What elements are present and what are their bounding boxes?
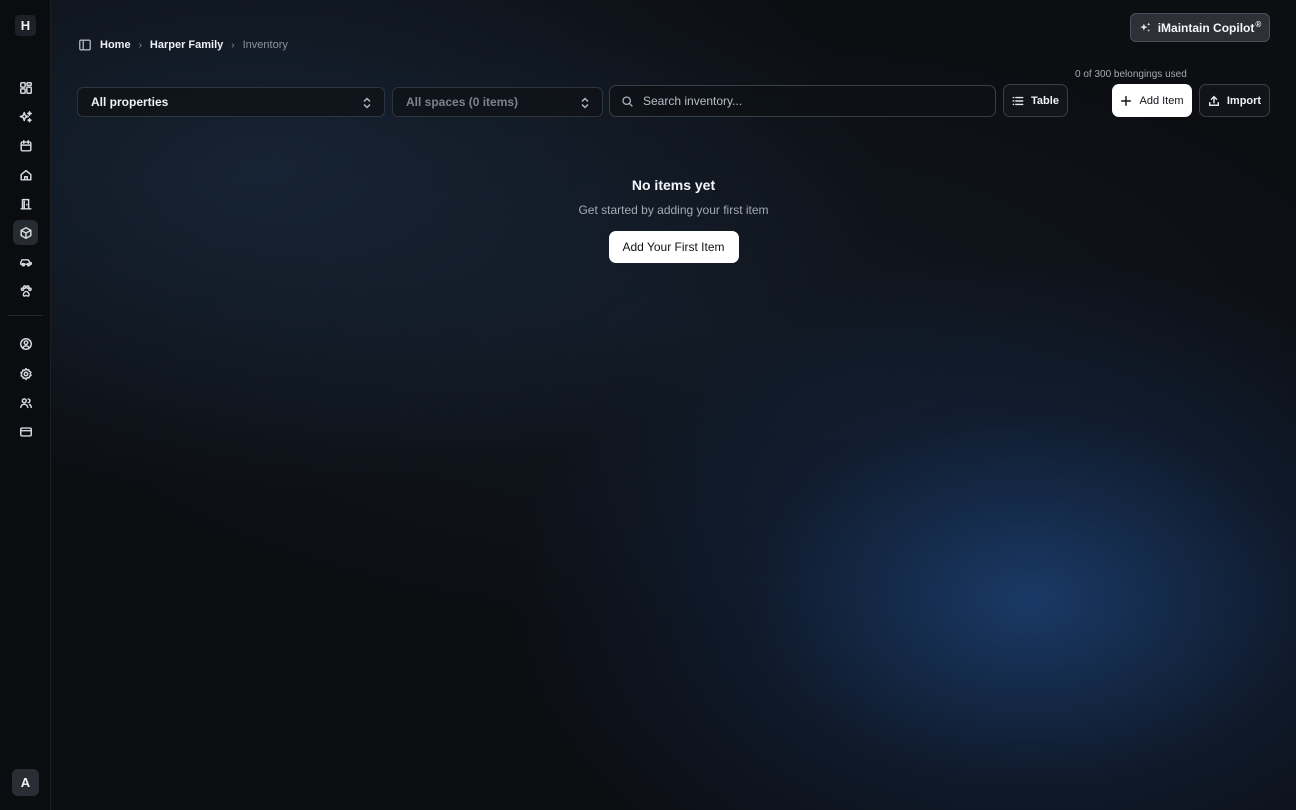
search-field[interactable] (609, 85, 996, 117)
plus-icon (1121, 95, 1132, 106)
breadcrumb: Home › Harper Family › Inventory (78, 37, 288, 53)
properties-select-value: All properties (91, 95, 169, 109)
chevron-updown-icon (580, 97, 590, 109)
import-label: Import (1226, 94, 1262, 107)
breadcrumb-inventory: Inventory (242, 39, 288, 51)
copilot-button[interactable]: iMaintain Copilot® (1130, 13, 1270, 42)
chevron-right-icon: › (138, 39, 142, 51)
sparkles-icon (1139, 22, 1151, 32)
main-content: Home › Harper Family › Inventory iMainta… (51, 0, 1296, 810)
user-avatar[interactable]: A (12, 769, 39, 796)
paw-icon[interactable] (13, 278, 38, 303)
registered-mark: ® (1255, 20, 1262, 29)
list-icon (1012, 96, 1024, 105)
empty-state-subtitle: Get started by adding your first item (578, 203, 769, 217)
box-icon[interactable] (13, 220, 38, 245)
user-circle-icon[interactable] (13, 331, 38, 356)
calendar-icon[interactable] (13, 133, 38, 158)
home-icon[interactable] (13, 162, 38, 187)
workspace-logo[interactable]: H (15, 15, 36, 36)
sidebar: H A (0, 0, 51, 810)
spaces-select-value: All spaces (0 items) (406, 95, 519, 109)
copilot-label: iMaintain Copilot (1157, 21, 1255, 35)
sidebar-toggle-icon[interactable] (78, 38, 92, 52)
sidebar-divider (8, 315, 43, 316)
add-first-item-button[interactable]: Add Your First Item (608, 231, 739, 263)
import-button[interactable]: Import (1199, 84, 1270, 117)
empty-state: No items yet Get started by adding your … (51, 177, 1296, 263)
car-icon[interactable] (13, 249, 38, 274)
empty-state-title: No items yet (631, 177, 716, 193)
breadcrumb-home[interactable]: Home (100, 39, 131, 51)
gear-icon[interactable] (13, 361, 38, 386)
breadcrumb-harper-family[interactable]: Harper Family (150, 39, 223, 51)
properties-select[interactable]: All properties (77, 87, 385, 117)
spaces-select[interactable]: All spaces (0 items) (392, 87, 603, 117)
search-input[interactable] (643, 94, 963, 108)
search-icon (622, 95, 633, 107)
credit-card-icon[interactable] (13, 419, 38, 444)
table-view-label: Table (1031, 94, 1059, 107)
chevron-right-icon: › (231, 39, 235, 51)
chevron-updown-icon (362, 97, 372, 109)
upload-icon (1208, 95, 1219, 106)
dashboard-icon[interactable] (13, 75, 38, 100)
usage-counter: 0 of 300 belongings used (1075, 69, 1187, 80)
add-item-label: Add Item (1139, 94, 1184, 107)
table-view-button[interactable]: Table (1003, 84, 1068, 117)
users-icon[interactable] (13, 390, 38, 415)
add-item-button[interactable]: Add Item (1112, 84, 1192, 117)
sparkles-icon[interactable] (13, 104, 38, 129)
door-icon[interactable] (13, 191, 38, 216)
